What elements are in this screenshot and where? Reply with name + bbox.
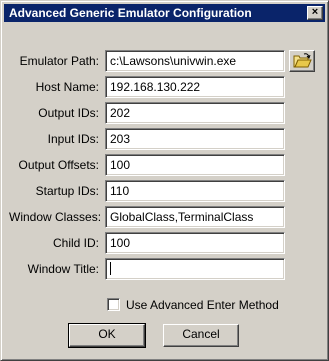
emulator-path-field[interactable]: c:\Lawsons\univwin.exe — [105, 50, 285, 72]
output-ids-label: Output IDs: — [38, 106, 99, 120]
open-folder-icon — [293, 53, 312, 68]
child-id-field[interactable]: 100 — [105, 232, 285, 254]
output-offsets-label: Output Offsets: — [18, 158, 99, 172]
close-icon: × — [311, 6, 319, 18]
browse-button[interactable] — [289, 50, 315, 72]
cancel-button[interactable]: Cancel — [163, 324, 239, 347]
input-ids-field[interactable]: 203 — [105, 128, 285, 150]
emulator-path-label: Emulator Path: — [19, 54, 99, 68]
host-name-label: Host Name: — [35, 80, 99, 94]
window-title: Advanced Generic Emulator Configuration — [9, 6, 252, 20]
window-classes-label: Window Classes: — [9, 210, 102, 224]
output-offsets-field[interactable]: 100 — [105, 154, 285, 176]
window-title-label: Window Title: — [27, 262, 99, 276]
close-button[interactable]: × — [307, 6, 323, 20]
window-title-field[interactable] — [105, 258, 285, 280]
advanced-enter-label[interactable]: Use Advanced Enter Method — [126, 298, 279, 312]
advanced-enter-checkbox[interactable] — [107, 298, 120, 311]
window-classes-field[interactable]: GlobalClass,TerminalClass — [105, 206, 285, 228]
startup-ids-field[interactable]: 110 — [105, 180, 285, 202]
output-ids-field[interactable]: 202 — [105, 102, 285, 124]
input-ids-label: Input IDs: — [47, 132, 99, 146]
text-caret — [110, 262, 111, 275]
host-name-field[interactable]: 192.168.130.222 — [105, 76, 285, 98]
child-id-label: Child ID: — [52, 236, 99, 250]
title-bar[interactable]: Advanced Generic Emulator Configuration … — [4, 4, 325, 22]
startup-ids-label: Startup IDs: — [35, 184, 99, 198]
ok-button[interactable]: OK — [68, 323, 146, 348]
dialog-window: Advanced Generic Emulator Configuration … — [0, 0, 329, 361]
